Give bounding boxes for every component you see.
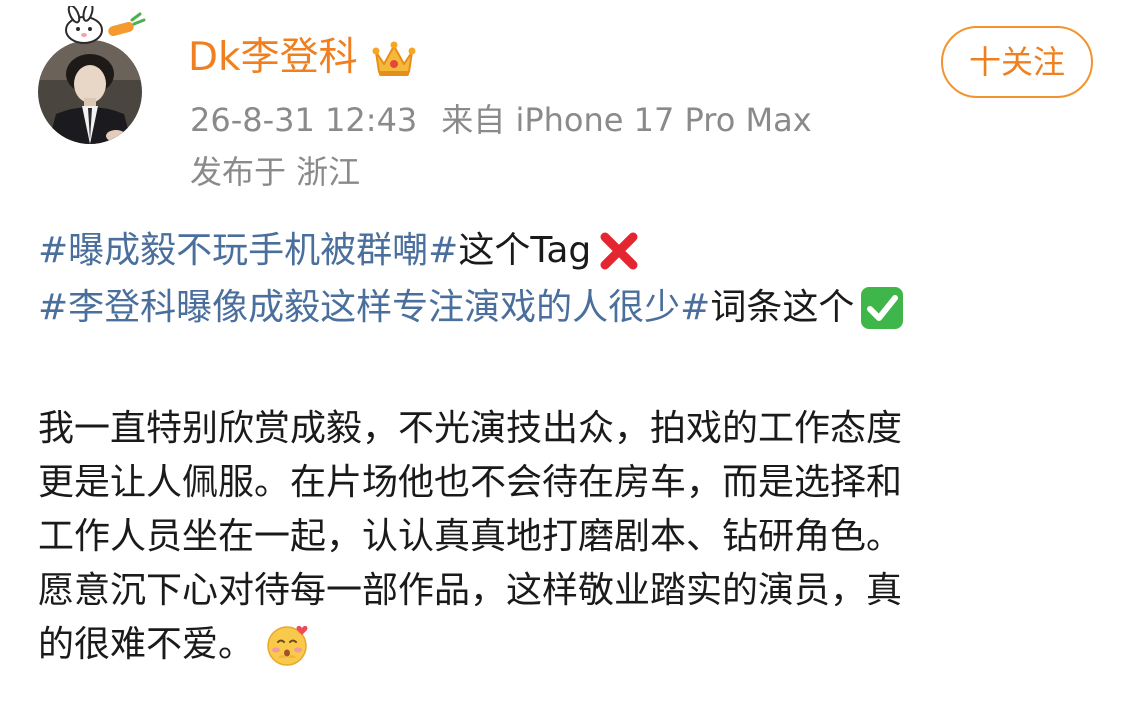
paragraph-line: 工作人员坐在一起，认认真真地打磨剧本、钻研角色。 <box>38 516 903 557</box>
post-text: 词条这个 <box>710 287 855 328</box>
hashtag-link[interactable]: #曝成毅不玩手机被群嘲# <box>38 227 458 275</box>
paragraph-line-last: 的很难不爱。 <box>38 621 310 669</box>
follow-button[interactable]: 十关注 <box>941 26 1093 98</box>
post-meta: 26-8-31 12:43 来自 iPhone 17 Pro Max <box>190 100 812 140</box>
blush-hearts-icon <box>267 625 308 666</box>
paragraph-line: 更是让人佩服。在片场他也不会待在房车，而是选择和 <box>38 462 903 503</box>
paragraph-line: 我一直特别欣赏成毅，不光演技出众，拍戏的工作态度 <box>38 408 903 449</box>
avatar[interactable] <box>38 40 142 144</box>
bunny-carrot-icon <box>65 6 146 44</box>
crown-icon[interactable] <box>372 38 416 78</box>
paragraph-line: 愿意沉下心对待每一部作品，这样敬业踏实的演员，真 <box>38 570 903 611</box>
post-timestamp: 26-8-31 12:43 <box>190 101 418 139</box>
author-name[interactable]: Dk李登科 <box>188 34 358 82</box>
hashtag-link[interactable]: #李登科曝像成毅这样专注演戏的人很少# <box>38 284 710 332</box>
post-text: 这个Tag <box>458 230 592 271</box>
cross-mark-icon <box>600 232 638 270</box>
tag-line: #李登科曝像成毅这样专注演戏的人很少# 词条这个 <box>38 284 904 332</box>
post-source: 来自 iPhone 17 Pro Max <box>441 101 812 139</box>
author-header: Dk李登科 <box>188 34 416 82</box>
check-mark-icon <box>861 287 904 329</box>
tag-line: #曝成毅不玩手机被群嘲# 这个Tag <box>38 227 641 275</box>
post-location: 发布于 浙江 <box>190 153 361 191</box>
paragraph-text: 的很难不爱。 <box>38 624 255 665</box>
avatar-container[interactable] <box>38 6 150 144</box>
